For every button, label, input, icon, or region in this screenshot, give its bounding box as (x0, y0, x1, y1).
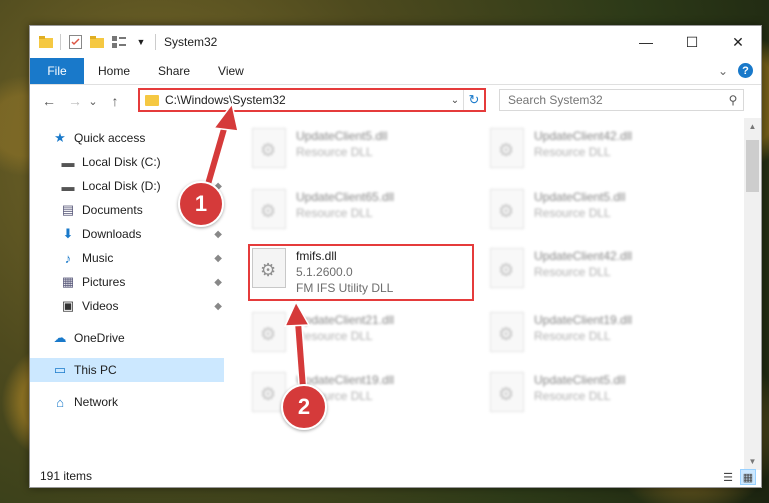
sidebar-item-local-disk-c[interactable]: ▬ Local Disk (C:) (30, 150, 224, 174)
view-toggle: ☰ ▦ (721, 469, 756, 485)
dll-file-icon: ⚙ (490, 248, 524, 288)
properties-icon[interactable] (67, 34, 83, 50)
sidebar-item-videos[interactable]: ▣ Videos ◆ (30, 294, 224, 318)
address-bar[interactable]: C:\Windows\System32 ⌄ ↻ (138, 88, 486, 112)
list-item[interactable]: ⚙ UpdateClient65.dll Resource DLL (246, 185, 476, 241)
network-icon: ⌂ (56, 394, 64, 410)
refresh-icon[interactable]: ↻ (463, 90, 484, 110)
onedrive-icon: ☁ (53, 330, 67, 345)
address-row: ← → ⌄ ↑ C:\Windows\System32 ⌄ ↻ ⚲ (30, 85, 761, 117)
search-box[interactable]: ⚲ (499, 89, 744, 111)
forward-button[interactable]: → (64, 90, 86, 112)
list-item[interactable]: ⚙ UpdateClient21.dll Resource DLL (246, 308, 476, 364)
title-bar: ▼ System32 — ☐ ✕ (30, 26, 761, 58)
view-options-icon[interactable] (111, 34, 127, 50)
back-button[interactable]: ← (38, 90, 60, 112)
file-explorer-window: ▼ System32 — ☐ ✕ File Home Share View ⌄ … (29, 25, 762, 488)
list-item[interactable]: ⚙ UpdateClient5.dll Resource DLL (246, 124, 476, 180)
list-item[interactable]: ⚙ UpdateClient5.dll Resource DLL (484, 368, 714, 424)
scroll-up-arrow-icon[interactable]: ▲ (744, 118, 761, 135)
sidebar-item-label: Local Disk (D:) (82, 179, 161, 193)
dll-file-icon: ⚙ (252, 189, 286, 229)
step-1-callout: 1 (178, 181, 224, 227)
documents-icon: ▤ (61, 202, 75, 217)
tab-share[interactable]: Share (144, 58, 204, 84)
ribbon-tabs: File Home Share View ⌄ ? (30, 58, 761, 85)
dll-file-icon: ⚙ (252, 128, 286, 168)
downloads-icon: ⬇ (62, 226, 74, 241)
item-count: 191 items (40, 469, 93, 483)
step-2-callout: 2 (281, 384, 327, 430)
list-item[interactable]: ⚙ UpdateClient42.dll Resource DLL (484, 124, 714, 180)
sidebar-item-onedrive[interactable]: ☁ OneDrive (30, 326, 224, 350)
vertical-scrollbar[interactable]: ▲ ▼ (744, 118, 761, 470)
divider (155, 34, 156, 50)
list-item[interactable]: ⚙ UpdateClient19.dll Resource DLL (484, 308, 714, 364)
sidebar-item-label: Pictures (82, 275, 126, 289)
address-path[interactable]: C:\Windows\System32 (165, 93, 447, 107)
dll-file-icon: ⚙ (490, 312, 524, 352)
ribbon-right-controls: ⌄ ? (718, 63, 753, 78)
videos-icon: ▣ (61, 298, 75, 313)
help-icon[interactable]: ? (738, 63, 753, 78)
pin-icon[interactable]: ◆ (214, 253, 222, 264)
dll-file-icon: ⚙ (490, 372, 524, 412)
minimize-button[interactable]: — (623, 26, 669, 58)
window-title: System32 (164, 35, 218, 49)
divider (60, 34, 61, 50)
new-folder-icon[interactable] (89, 34, 105, 50)
tab-view[interactable]: View (204, 58, 258, 84)
window-controls: — ☐ ✕ (623, 26, 761, 58)
sidebar-item-label: Local Disk (C:) (82, 155, 161, 169)
expand-ribbon-icon[interactable]: ⌄ (718, 64, 728, 78)
sidebar-item-label: Documents (82, 203, 143, 217)
list-item[interactable]: ⚙ UpdateClient19.dll Resource DLL (246, 368, 476, 424)
sidebar-item-this-pc[interactable]: ▭ This PC (30, 358, 224, 382)
file-highlight-box (248, 244, 474, 301)
close-button[interactable]: ✕ (715, 26, 761, 58)
navigation-pane: ★ Quick access ▬ Local Disk (C:) ▬ Local… (30, 118, 224, 470)
drive-icon: ▬ (61, 154, 75, 170)
dll-file-icon: ⚙ (490, 128, 524, 168)
recent-locations-button[interactable]: ⌄ (86, 90, 100, 112)
dll-file-icon: ⚙ (252, 312, 286, 352)
folder-icon (38, 34, 54, 50)
up-button[interactable]: ↑ (104, 90, 126, 112)
tab-home[interactable]: Home (84, 58, 144, 84)
sidebar-item-label: Videos (82, 299, 119, 313)
search-input[interactable] (500, 92, 723, 108)
maximize-button[interactable]: ☐ (669, 26, 715, 58)
address-dropdown-icon[interactable]: ⌄ (447, 95, 463, 106)
sidebar-item-label: Network (74, 395, 119, 409)
pictures-icon: ▦ (61, 274, 75, 289)
sidebar-item-label: Quick access (74, 131, 146, 145)
scrollbar-thumb[interactable] (746, 140, 759, 192)
sidebar-item-label: Downloads (82, 227, 142, 241)
drive-icon: ▬ (61, 178, 75, 194)
star-icon: ★ (54, 130, 66, 145)
tab-file[interactable]: File (30, 58, 84, 84)
sidebar-item-network[interactable]: ⌂ Network (30, 390, 224, 414)
sidebar-item-label: Music (82, 251, 114, 265)
details-view-icon[interactable]: ☰ (721, 470, 735, 484)
dll-file-icon: ⚙ (490, 189, 524, 229)
sidebar-item-pictures[interactable]: ▦ Pictures ◆ (30, 270, 224, 294)
sidebar-item-quick-access[interactable]: ★ Quick access (30, 126, 224, 150)
sidebar-item-label: This PC (74, 363, 117, 377)
pin-icon[interactable]: ◆ (214, 277, 222, 288)
tiles-view-icon[interactable]: ▦ (740, 469, 756, 485)
sidebar-item-music[interactable]: ♪ Music ◆ (30, 246, 224, 270)
computer-icon: ▭ (53, 362, 67, 377)
pin-icon[interactable]: ◆ (214, 229, 222, 240)
pin-icon[interactable]: ◆ (214, 301, 222, 312)
music-icon: ♪ (64, 250, 72, 266)
list-item[interactable]: ⚙ UpdateClient5.dll Resource DLL (484, 185, 714, 241)
status-bar: 191 items ☰ ▦ (30, 465, 761, 487)
folder-icon (145, 94, 159, 106)
search-icon[interactable]: ⚲ (723, 93, 743, 107)
quick-access-toolbar: ▼ (30, 34, 156, 50)
sidebar-item-label: OneDrive (74, 331, 125, 345)
list-item[interactable]: ⚙ UpdateClient42.dll Resource DLL (484, 244, 714, 300)
customize-toolbar-icon[interactable]: ▼ (133, 34, 149, 50)
